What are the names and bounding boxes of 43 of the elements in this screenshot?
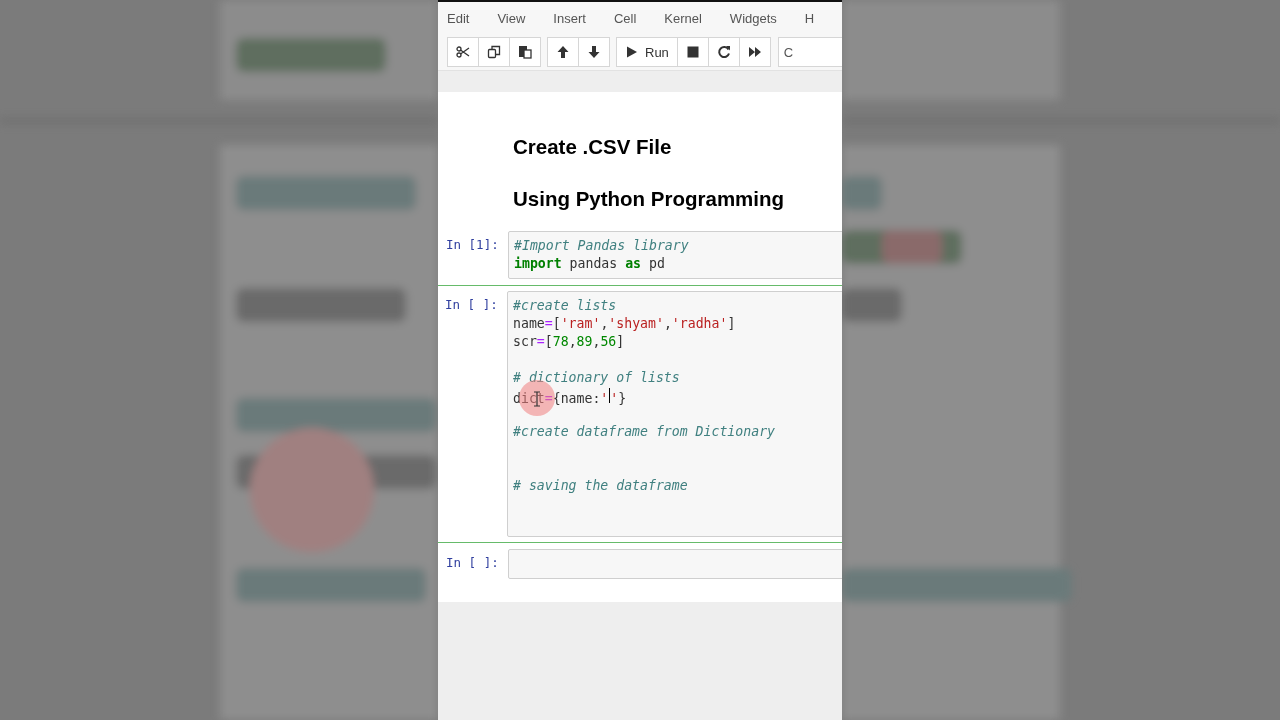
code-cell[interactable]: In [ ]: — [438, 543, 842, 585]
scissors-button[interactable] — [447, 37, 479, 67]
code-line: scr=[78,89,56] — [513, 333, 625, 351]
menu-item[interactable]: Insert — [545, 10, 594, 26]
paste-icon — [518, 45, 532, 59]
copy-icon — [487, 45, 501, 59]
play-icon — [625, 45, 639, 59]
arrow-down-icon — [587, 45, 601, 59]
code-cell[interactable]: In [1]: #Import Pandas library import pandas as pd — [438, 225, 842, 285]
heading: Create .CSV File — [513, 135, 673, 159]
code-line: # saving the dataframe — [513, 477, 688, 495]
paste-button[interactable] — [509, 37, 541, 67]
copy-button[interactable] — [478, 37, 510, 67]
code-line: import pandas as pd — [514, 255, 665, 273]
menu-item[interactable]: Edit — [439, 10, 478, 26]
arrow-up-icon — [556, 45, 570, 59]
menu-item[interactable]: Kernel — [656, 10, 710, 26]
scissors-icon — [456, 45, 470, 59]
code-line: #create lists — [513, 297, 617, 315]
code-line: name=['ram','shyam','radha'] — [513, 315, 736, 333]
cell-prompt: In [ ]: — [444, 296, 499, 314]
code-input[interactable] — [508, 549, 842, 579]
menu-item[interactable]: Cell — [605, 10, 645, 26]
stop-button[interactable] — [676, 37, 709, 67]
code-line: # dictionary of lists — [513, 369, 680, 387]
stop-icon — [685, 45, 700, 59]
menu-item[interactable]: View — [489, 10, 534, 26]
restart-icon — [716, 45, 731, 59]
code-line: #Import Pandas library — [514, 237, 689, 255]
cell-prompt: In [1]: — [445, 236, 500, 254]
menu-item[interactable]: H — [796, 10, 823, 26]
arrow-down-button[interactable] — [578, 37, 610, 67]
arrow-up-button[interactable] — [547, 37, 579, 67]
heading: Using Python Programming — [513, 187, 786, 211]
fast-forward-icon — [747, 45, 762, 59]
code-line: #create dataframe from Dictionary — [513, 423, 775, 441]
run-button[interactable]: Run — [616, 37, 678, 67]
cell-type-dropdown[interactable]: C — [777, 37, 842, 67]
menu-item[interactable]: Widgets — [721, 10, 785, 26]
restart-button[interactable] — [707, 37, 740, 67]
cell-prompt: In [ ]: — [445, 554, 500, 572]
fast-forward-button[interactable] — [738, 37, 771, 67]
code-input[interactable]: #Import Pandas library import pandas as pd — [508, 231, 842, 279]
